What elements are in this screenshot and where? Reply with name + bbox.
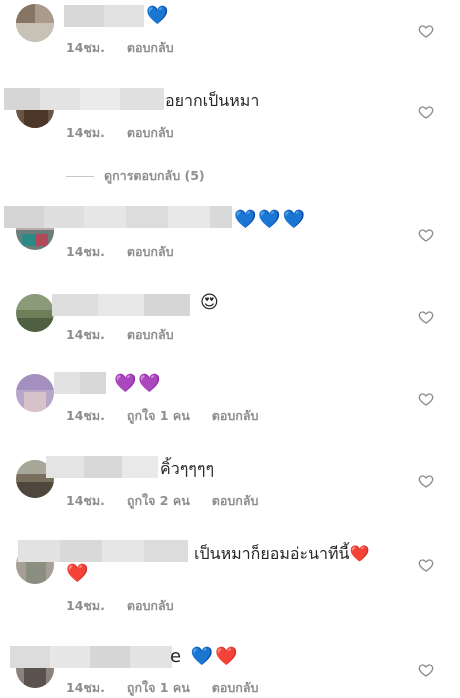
username-redacted[interactable] bbox=[18, 540, 188, 562]
comment-text: e 💙❤️ bbox=[170, 646, 240, 667]
comment-text: 💙 bbox=[146, 5, 171, 26]
reply-button[interactable]: ตอบกลับ bbox=[127, 123, 174, 143]
comment-text: คิ้วๆๆๆๆ bbox=[160, 459, 215, 478]
divider-line bbox=[66, 175, 94, 177]
reply-button[interactable]: ตอบกลับ bbox=[127, 242, 174, 262]
reply-button[interactable]: ตอบกลับ bbox=[212, 491, 259, 511]
reply-button[interactable]: ตอบกลับ bbox=[127, 38, 174, 58]
heart-outline-icon[interactable] bbox=[418, 391, 434, 407]
comment-text-continued: ❤️ bbox=[66, 563, 91, 584]
comment-time: 14ชม. bbox=[66, 40, 105, 55]
username-redacted[interactable] bbox=[52, 294, 190, 316]
avatar[interactable] bbox=[16, 294, 54, 332]
comment-time: 14ชม. bbox=[66, 598, 105, 613]
reply-button[interactable]: ตอบกลับ bbox=[212, 406, 259, 426]
heart-outline-icon[interactable] bbox=[418, 473, 434, 489]
comment-time: 14ชม. bbox=[66, 244, 105, 259]
username-redacted[interactable] bbox=[4, 88, 164, 110]
comment-time: 14ชม. bbox=[66, 680, 105, 695]
avatar[interactable] bbox=[16, 4, 54, 42]
comment-text: 💜💜 bbox=[114, 373, 163, 394]
heart-outline-icon[interactable] bbox=[418, 23, 434, 39]
username-redacted[interactable] bbox=[64, 5, 144, 27]
username-redacted[interactable] bbox=[10, 646, 172, 668]
reply-button[interactable]: ตอบกลับ bbox=[127, 596, 174, 616]
heart-outline-icon[interactable] bbox=[418, 309, 434, 325]
view-replies-button[interactable]: ดูการตอบกลับ (5) bbox=[66, 166, 205, 186]
avatar[interactable] bbox=[16, 374, 54, 412]
like-count[interactable]: ถูกใจ 1 คน bbox=[127, 678, 190, 698]
comment-time: 14ชม. bbox=[66, 493, 105, 508]
username-redacted[interactable] bbox=[54, 372, 106, 394]
comment-text: 😍 bbox=[200, 292, 221, 313]
username-redacted[interactable] bbox=[46, 456, 158, 478]
username-redacted[interactable] bbox=[4, 206, 232, 228]
like-count[interactable]: ถูกใจ 2 คน bbox=[127, 491, 190, 511]
comment-text: อยากเป็นหมา bbox=[165, 91, 260, 110]
comment-text: 💙💙💙 bbox=[234, 209, 308, 230]
comment-text: เป็นหมาก็ยอมอ่ะนาทีนี้❤️ bbox=[194, 544, 370, 563]
comment-time: 14ชม. bbox=[66, 408, 105, 423]
reply-button[interactable]: ตอบกลับ bbox=[212, 678, 259, 698]
heart-outline-icon[interactable] bbox=[418, 662, 434, 678]
comment-time: 14ชม. bbox=[66, 327, 105, 342]
heart-outline-icon[interactable] bbox=[418, 227, 434, 243]
heart-outline-icon[interactable] bbox=[418, 557, 434, 573]
reply-button[interactable]: ตอบกลับ bbox=[127, 325, 174, 345]
view-replies-label: ดูการตอบกลับ (5) bbox=[104, 168, 205, 183]
comment-time: 14ชม. bbox=[66, 125, 105, 140]
like-count[interactable]: ถูกใจ 1 คน bbox=[127, 406, 190, 426]
heart-outline-icon[interactable] bbox=[418, 104, 434, 120]
